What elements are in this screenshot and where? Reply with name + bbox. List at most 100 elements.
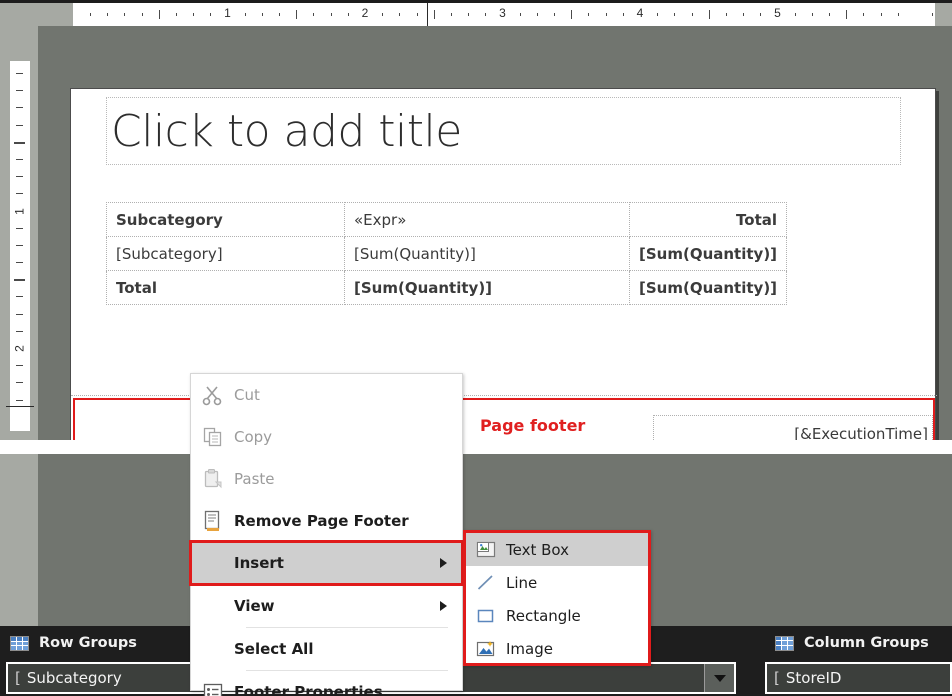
report-title-textbox[interactable]: Click to add title bbox=[106, 97, 901, 165]
table-cell[interactable]: [Sum(Quantity)] bbox=[630, 271, 787, 305]
context-menu-item-label: Copy bbox=[234, 428, 272, 446]
context-menu-item-label: Footer Properties... bbox=[234, 683, 400, 696]
image-icon bbox=[466, 632, 506, 665]
ruler-page-height-marker bbox=[6, 406, 34, 407]
table-row[interactable]: Total[Sum(Quantity)][Sum(Quantity)] bbox=[107, 271, 787, 305]
ruler-tick bbox=[176, 13, 177, 16]
ruler-tick bbox=[485, 13, 486, 16]
ruler-tick bbox=[881, 13, 882, 16]
context-menu-item-footer-properties[interactable]: Footer Properties... bbox=[191, 671, 462, 696]
ruler-tick bbox=[812, 13, 813, 16]
report-title-placeholder: Click to add title bbox=[107, 106, 462, 157]
table-cell[interactable]: «Expr» bbox=[345, 203, 630, 237]
ruler-tick bbox=[417, 13, 418, 16]
insert-submenu-item-text-box[interactable]: Text Box bbox=[466, 533, 648, 566]
rectangle-icon bbox=[466, 599, 506, 632]
column-groups-header: Column Groups bbox=[765, 626, 929, 660]
table-cell[interactable]: Total bbox=[630, 203, 787, 237]
remove-footer-icon bbox=[191, 500, 234, 542]
table-cell[interactable]: [Subcategory] bbox=[107, 237, 345, 271]
ruler-tick bbox=[348, 13, 349, 16]
context-menu-item-paste: Paste bbox=[191, 458, 462, 500]
ruler-tick bbox=[863, 13, 864, 16]
row-groups-title: Row Groups bbox=[39, 635, 137, 651]
ruler-tick bbox=[932, 13, 933, 16]
context-menu-item-cut: Cut bbox=[191, 374, 462, 416]
ruler-tick bbox=[16, 107, 23, 108]
vertical-ruler[interactable]: 12 bbox=[10, 61, 30, 431]
ruler-tick bbox=[588, 13, 589, 16]
ruler-tick bbox=[142, 13, 143, 16]
context-menu-item-label: Remove Page Footer bbox=[234, 512, 409, 530]
ruler-tick bbox=[16, 193, 23, 194]
ruler-tick-label: 1 bbox=[224, 6, 231, 21]
line-icon bbox=[466, 566, 506, 599]
ruler-tick bbox=[571, 10, 572, 19]
tablix-matrix[interactable]: Subcategory«Expr»Total[Subcategory][Sum(… bbox=[106, 202, 787, 305]
ruler-tick bbox=[16, 365, 23, 366]
ruler-tick bbox=[898, 13, 899, 16]
ruler-section-gap bbox=[10, 368, 30, 375]
context-menu-item-view[interactable]: View bbox=[191, 585, 462, 627]
context-menu-item-copy: Copy bbox=[191, 416, 462, 458]
ruler-tick bbox=[90, 13, 91, 16]
group-bracket-icon: [ bbox=[8, 669, 21, 687]
ruler-tick bbox=[16, 125, 23, 126]
textbox-icon bbox=[466, 533, 506, 566]
ruler-tick bbox=[726, 13, 727, 16]
ruler-tick-label: 1 bbox=[14, 204, 27, 218]
column-group-label: StoreID bbox=[780, 669, 842, 687]
ruler-tick bbox=[16, 314, 23, 315]
row-groups-icon bbox=[10, 636, 29, 651]
table-cell[interactable]: [Sum(Quantity)] bbox=[630, 237, 787, 271]
table-cell[interactable]: [Sum(Quantity)] bbox=[345, 271, 630, 305]
page-footer-label: Page footer bbox=[480, 416, 585, 435]
submenu-arrow-icon bbox=[440, 558, 447, 568]
table-row[interactable]: [Subcategory][Sum(Quantity)][Sum(Quantit… bbox=[107, 237, 787, 271]
insert-submenu[interactable]: Text Box Line RectangleImage bbox=[463, 530, 651, 666]
column-groups-item-storeid[interactable]: [ StoreID bbox=[765, 662, 952, 694]
ruler-tick bbox=[14, 142, 25, 144]
report-context-menu[interactable]: Cut Copy Paste Remove Page Footer Insert View… bbox=[190, 373, 463, 691]
insert-submenu-item-rectangle[interactable]: Rectangle bbox=[466, 599, 648, 632]
table-row[interactable]: Subcategory«Expr»Total bbox=[107, 203, 787, 237]
ruler-tick bbox=[279, 13, 280, 16]
row-groups-dropdown-button[interactable] bbox=[704, 664, 734, 692]
ruler-tick bbox=[193, 13, 194, 16]
context-menu-item-label: View bbox=[234, 597, 275, 615]
ruler-tick bbox=[124, 13, 125, 16]
ruler-tick bbox=[313, 13, 314, 16]
ruler-tick bbox=[829, 13, 830, 16]
ruler-tick bbox=[382, 13, 383, 16]
scissors-icon bbox=[191, 374, 234, 416]
paste-icon bbox=[191, 458, 234, 500]
ruler-tick bbox=[399, 13, 400, 16]
context-menu-item-remove-page-footer[interactable]: Remove Page Footer bbox=[191, 500, 462, 542]
ruler-tick bbox=[107, 13, 108, 16]
ruler-tick bbox=[16, 228, 23, 229]
ruler-tick bbox=[760, 13, 761, 16]
row-group-label: Subcategory bbox=[21, 669, 122, 687]
submenu-arrow-icon bbox=[440, 601, 447, 611]
table-cell[interactable]: [Sum(Quantity)] bbox=[345, 237, 630, 271]
designer-divider bbox=[0, 440, 952, 454]
insert-submenu-item-image[interactable]: Image bbox=[466, 632, 648, 665]
insert-submenu-item-label: Line bbox=[506, 574, 537, 592]
column-groups-icon bbox=[775, 636, 794, 651]
ruler-tick bbox=[846, 10, 847, 19]
context-menu-item-label: Paste bbox=[234, 470, 275, 488]
designer-lower-left-gutter bbox=[0, 454, 38, 626]
ruler-tick bbox=[743, 13, 744, 16]
horizontal-ruler[interactable]: 12345 bbox=[73, 3, 935, 26]
ruler-tick bbox=[331, 13, 332, 16]
context-menu-item-insert[interactable]: Insert bbox=[191, 542, 462, 584]
insert-submenu-item-line[interactable]: Line bbox=[466, 566, 648, 599]
table-cell[interactable]: Total bbox=[107, 271, 345, 305]
table-cell[interactable]: Subcategory bbox=[107, 203, 345, 237]
ruler-tick bbox=[16, 90, 23, 91]
ruler-tick bbox=[451, 13, 452, 16]
ruler-tick bbox=[262, 13, 263, 16]
ruler-tick bbox=[795, 13, 796, 16]
ruler-tick bbox=[623, 13, 624, 16]
context-menu-item-select-all[interactable]: Select All bbox=[191, 628, 462, 670]
